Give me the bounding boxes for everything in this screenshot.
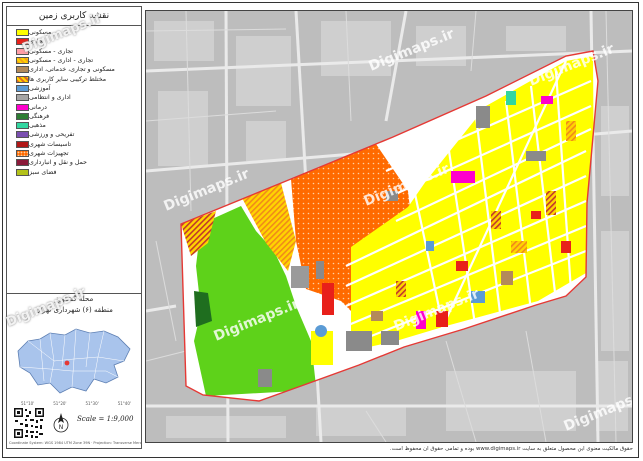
legend-swatch [16, 112, 29, 120]
north-arrow-icon: N [53, 413, 69, 433]
legend-label: تفریحی و ورزشی [29, 131, 75, 139]
legend-swatch [16, 122, 29, 130]
inset-tick-label: 51°30' [85, 401, 99, 406]
legend-item: مسکونی و تجاری، خدماتی، اداری [10, 65, 138, 74]
legend-swatch [16, 75, 29, 83]
legend-swatch [16, 66, 29, 74]
legend-item: فضای سبز [10, 167, 138, 176]
legend-item: فرهنگی [10, 112, 138, 121]
legend-item: حمل و نقل و انبارداری [10, 158, 138, 167]
map-canvas: Digimaps.ir Digimaps.ir Digimaps.ir Digi… [146, 11, 632, 442]
legend-swatch [16, 103, 29, 111]
north-label: N [59, 424, 64, 431]
legend-swatch [16, 29, 29, 37]
legend-swatch [16, 84, 29, 92]
legend-label: آموزشی [29, 84, 51, 92]
legend-label: حمل و نقل و انبارداری [29, 159, 87, 167]
legend-item: اداری و انتظامی [10, 93, 138, 102]
legend-item: مذهبی [10, 121, 138, 130]
scale-text: Scale = 1:9,000 [77, 415, 134, 423]
legend-swatch [16, 159, 29, 167]
legend-label: تجهیزات شهری [29, 150, 69, 157]
legend-item: تجهیزات شهری [10, 149, 138, 158]
legend-item: درمانی [10, 102, 138, 111]
legend-swatch [16, 140, 29, 148]
legend-label: مختلط ترکیبی سایر کاربری ها [29, 75, 107, 83]
inset-tick-label: 51°20' [53, 401, 67, 406]
legend-swatch [16, 168, 29, 176]
legend-label: مذهبی [29, 122, 46, 130]
legend-label: تجاری - اداری - مسکونی [29, 57, 94, 65]
legend-label: درمانی [29, 103, 47, 111]
legend-item: تفریحی و ورزشی [10, 130, 138, 139]
inset-tick-label: 51°10' [21, 401, 35, 406]
copyright-footer: حقوق مالکیت معنوی این محصول متعلق به سای… [389, 446, 633, 452]
legend-label: فرهنگی [29, 112, 50, 120]
legend-label: اداری و انتظامی [29, 94, 71, 102]
legend-swatch [16, 150, 29, 157]
legend-item: تاسیسات شهری [10, 140, 138, 149]
location-marker [64, 360, 70, 366]
legend-swatch [16, 131, 29, 139]
legend-panel: نقشه کاربری زمین مسکونی تجاری تجاری - مسکو… [6, 6, 142, 449]
qr-code [13, 407, 45, 439]
inset-tick-label: 51°40' [117, 401, 131, 406]
legend-item: آموزشی [10, 84, 138, 93]
legend-label: تاسیسات شهری [29, 140, 72, 148]
legend-swatch [16, 94, 29, 102]
tehran-inset-map [10, 321, 138, 401]
legend-swatch [16, 57, 29, 65]
legend-item: تجاری - اداری - مسکونی [10, 56, 138, 65]
legend-label: فضای سبز [29, 168, 57, 176]
projection-credit: Coordinate System: WGS 1984 UTM Zone 39N… [9, 441, 141, 445]
land-use-map[interactable]: Digimaps.ir Digimaps.ir Digimaps.ir Digi… [145, 10, 633, 443]
legend-item: مختلط ترکیبی سایر کاربری ها [10, 74, 138, 83]
legend-label: مسکونی و تجاری، خدماتی، اداری [29, 66, 115, 74]
inset-coordinate-ticks: 51°10' 51°20' 51°30' 51°40' [21, 401, 131, 406]
